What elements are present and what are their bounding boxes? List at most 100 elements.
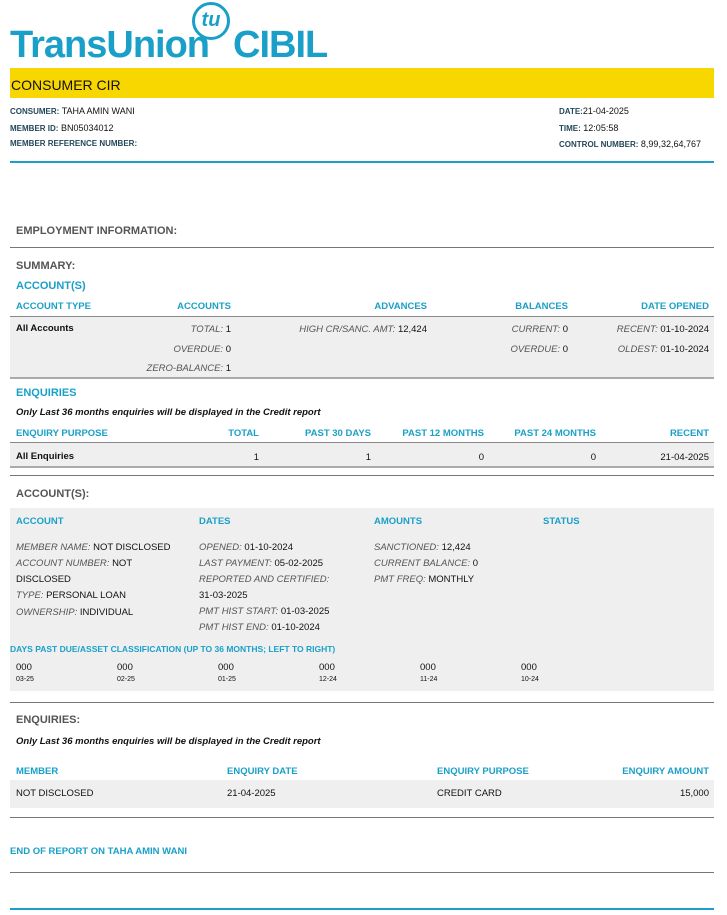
dpd-month: 03-25	[16, 676, 34, 683]
value: 0	[225, 344, 231, 355]
col-balances: BALANCES	[515, 301, 568, 312]
account-number: ACCOUNT NUMBER: NOT	[16, 558, 132, 569]
value: PERSONAL LOAN	[46, 590, 126, 601]
oldest-opened: OLDEST: 01-10-2024	[618, 344, 709, 355]
date-line: DATE:21-04-2025	[559, 106, 629, 116]
employment-heading: EMPLOYMENT INFORMATION:	[16, 225, 178, 237]
enquiry-member: NOT DISCLOSED	[16, 788, 94, 799]
enquiries-total: 1	[253, 452, 259, 463]
title-bar: CONSUMER CIR	[10, 68, 714, 98]
label: PMT HIST END:	[199, 622, 269, 633]
col-dates: DATES	[199, 516, 231, 527]
value: NOT	[112, 558, 133, 569]
enquiry-date: 21-04-2025	[227, 788, 276, 799]
report-date: 21-04-2025	[582, 106, 629, 116]
label: SANCTIONED:	[374, 542, 439, 553]
label: LAST PAYMENT:	[199, 558, 272, 569]
accounts-heading: ACCOUNT(S):	[16, 488, 90, 500]
account-type: TYPE: PERSONAL LOAN	[16, 590, 126, 601]
col-account-type: ACCOUNT TYPE	[16, 301, 91, 312]
header-divider	[10, 161, 714, 163]
time-label: TIME:	[559, 124, 581, 133]
dpd-heading: DAYS PAST DUE/ASSET CLASSIFICATION (UP T…	[10, 644, 336, 654]
dpd-month: 10-24	[521, 676, 539, 683]
value: 1	[225, 363, 231, 374]
value: 01-10-2024	[660, 344, 709, 355]
control-number: 8,99,32,64,767	[640, 139, 701, 149]
control-label: CONTROL NUMBER:	[559, 140, 639, 149]
label: MEMBER NAME:	[16, 542, 91, 553]
end-of-report: END OF REPORT ON TAHA AMIN WANI	[10, 846, 187, 857]
pmt-hist-end: PMT HIST END: 01-10-2024	[199, 622, 320, 633]
label: TYPE:	[16, 590, 44, 601]
all-accounts-label: All Accounts	[16, 323, 74, 334]
label: OVERDUE:	[510, 344, 561, 355]
value: 01-03-2025	[280, 606, 330, 617]
member-id-line: MEMBER ID: BN05034012	[10, 123, 114, 133]
dpd-cell: 000 10-24	[521, 662, 539, 683]
value: 05-02-2025	[274, 558, 324, 569]
value: 0	[472, 558, 479, 569]
value: NOT DISCLOSED	[93, 542, 171, 553]
label: TOTAL:	[190, 324, 224, 335]
enquiry-row	[10, 780, 714, 808]
member-name: MEMBER NAME: NOT DISCLOSED	[16, 542, 171, 553]
label: PMT FREQ:	[374, 574, 426, 585]
account-current-balance: CURRENT BALANCE: 0	[374, 558, 478, 569]
value: 12,424	[397, 324, 427, 335]
consumer-line: CONSUMER: TAHA AMIN WANI	[10, 106, 135, 116]
value: 01-10-2024	[244, 542, 294, 553]
current-balance: CURRENT: 0	[512, 324, 568, 335]
enquiries-summary-heading: ENQUIRIES	[16, 387, 77, 399]
label: OWNERSHIP:	[16, 607, 78, 618]
divider	[10, 702, 714, 703]
col-enquiry-amount: ENQUIRY AMOUNT	[622, 766, 709, 777]
credit-report: TransUnion tu CIBIL CONSUMER CIR CONSUME…	[0, 0, 727, 915]
all-enquiries-label: All Enquiries	[16, 451, 75, 462]
dpd-value: 000	[218, 662, 234, 673]
opened-date: OPENED: 01-10-2024	[199, 542, 293, 553]
member-ref-label: MEMBER REFERENCE NUMBER:	[10, 139, 138, 148]
date-label: DATE:	[559, 107, 583, 116]
dpd-month: 01-25	[218, 676, 236, 683]
label: ACCOUNT NUMBER:	[16, 558, 110, 569]
reported-date: 31-03-2025	[199, 590, 248, 601]
col-past-12: PAST 12 MONTHS	[402, 428, 484, 439]
dpd-value: 000	[420, 662, 436, 673]
consumer-label: CONSUMER:	[10, 107, 60, 116]
overdue-accounts: OVERDUE: 0	[173, 344, 231, 355]
col-total: TOTAL	[228, 428, 259, 439]
overdue-balance: OVERDUE: 0	[510, 344, 568, 355]
col-date-opened: DATE OPENED	[641, 301, 709, 312]
value: 0	[562, 324, 568, 335]
value: 01-10-2024	[660, 324, 709, 335]
last-payment: LAST PAYMENT: 05-02-2025	[199, 558, 323, 569]
tu-logo-icon: tu	[192, 2, 230, 40]
footer-divider	[10, 908, 714, 910]
enquiries-past-24: 0	[590, 452, 596, 463]
report-time: 12:05:58	[583, 123, 619, 133]
dpd-month: 11-24	[420, 676, 438, 683]
pmt-freq: PMT FREQ: MONTHLY	[374, 574, 474, 585]
dpd-cell: 000 12-24	[319, 662, 337, 683]
logo-brand: TransUnion	[10, 24, 210, 66]
pmt-hist-start: PMT HIST START: 01-03-2025	[199, 606, 329, 617]
enquiries-note: Only Last 36 months enquiries will be di…	[16, 407, 321, 418]
divider	[10, 872, 714, 873]
value: 0	[562, 344, 568, 355]
label: ZERO-BALANCE:	[146, 363, 224, 374]
value: 01-10-2024	[271, 622, 320, 633]
col-enquiry-purpose-detail: ENQUIRY PURPOSE	[437, 766, 529, 777]
dpd-value: 000	[319, 662, 335, 673]
dpd-cell: 000 02-25	[117, 662, 135, 683]
ownership: OWNERSHIP: INDIVIDUAL	[16, 607, 133, 618]
enquiry-purpose: CREDIT CARD	[437, 788, 502, 799]
col-advances: ADVANCES	[374, 301, 427, 312]
value: INDIVIDUAL	[79, 607, 134, 618]
dpd-month: 02-25	[117, 676, 135, 683]
col-member: MEMBER	[16, 766, 59, 777]
account-number-cont: DISCLOSED	[16, 574, 71, 585]
label: RECENT:	[616, 324, 658, 335]
col-recent: RECENT	[669, 428, 709, 439]
dpd-cell: 000 11-24	[420, 662, 437, 683]
